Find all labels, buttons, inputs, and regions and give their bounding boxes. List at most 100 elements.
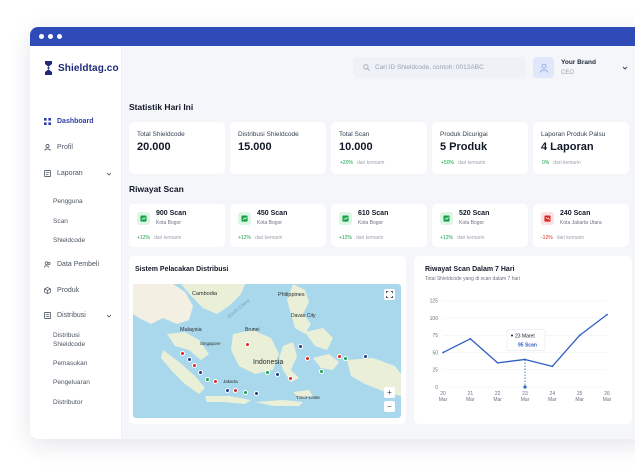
stat-label: Distribusi Shieldcode: [238, 131, 299, 138]
sidebar-item-label: Laporan: [57, 170, 83, 177]
report-icon: [44, 170, 51, 177]
zoom-in-button[interactable]: +: [384, 387, 395, 398]
scan-card[interactable]: 900 Scan Kota Bogor +12% dari kemarin: [129, 204, 225, 247]
scan-delta-suffix: dari kemarin: [254, 235, 283, 241]
sidebar-item-profil[interactable]: Profil: [44, 144, 118, 151]
sidebar-item-data-pembeli[interactable]: Data Pembeli: [44, 261, 118, 268]
map-marker[interactable]: [245, 342, 250, 347]
tooltip-value: 95 Scan: [518, 342, 537, 348]
sidebar-subitem-distributor[interactable]: Distributor: [53, 398, 113, 407]
map-marker[interactable]: [337, 354, 342, 359]
brand-logo[interactable]: Shieldtag.co: [44, 61, 119, 75]
map-land: [133, 284, 401, 406]
sidebar-subitem-pengeluaran[interactable]: Pengeluaran: [53, 378, 113, 387]
scan-card[interactable]: 520 Scan Kota Bogor +12% dari kemarin: [432, 204, 528, 247]
stat-label: Produk Dicurigai: [440, 131, 488, 138]
sidebar-subitem-pemasukan[interactable]: Pemasukan: [53, 359, 113, 368]
fullscreen-button[interactable]: [384, 289, 395, 300]
map-marker[interactable]: [205, 377, 210, 382]
map-marker[interactable]: [254, 391, 259, 396]
map-marker[interactable]: [180, 351, 185, 356]
scan-card[interactable]: 450 Scan Kota Bogor +12% dari kemarin: [230, 204, 326, 247]
scan-count: 450 Scan: [257, 210, 288, 217]
stat-card: Laporan Produk Palsu 4 Laporan 0% dari ke…: [533, 122, 629, 174]
map-marker[interactable]: [363, 354, 368, 359]
sidebar-item-dashboard[interactable]: Dashboard: [44, 118, 118, 125]
search-input[interactable]: Cari ID Shieldcode, contoh: 0012ABC: [353, 57, 526, 78]
map-marker[interactable]: [233, 388, 238, 393]
user-icon: [44, 144, 51, 151]
sidebar-subitem-shieldcode[interactable]: Shieldcode: [53, 236, 113, 245]
window-titlebar: [30, 27, 635, 46]
distribution-map[interactable]: Cambodia Philippines South China Malaysi…: [133, 284, 401, 418]
user-role: CEO: [561, 70, 575, 76]
trend-up-icon: [140, 215, 147, 222]
chevron-down-icon[interactable]: [622, 65, 628, 71]
scan-delta-suffix: dari kemarin: [153, 235, 182, 241]
map-marker[interactable]: [213, 379, 218, 384]
stat-value: 20.000: [137, 141, 171, 153]
grid-icon: [44, 118, 51, 125]
map-marker[interactable]: [319, 369, 324, 374]
window-dot-icon: [57, 34, 62, 39]
data-point: [442, 351, 444, 354]
scan-delta: +12% dari kemarin: [440, 235, 484, 241]
sidebar-subitem-scan[interactable]: Scan: [53, 217, 113, 226]
map-marker[interactable]: [343, 356, 348, 361]
map-label-jakarta: Jakarta: [223, 379, 238, 384]
scan-card[interactable]: 240 Scan Kota Jakarta Utara -12% dari kem…: [533, 204, 629, 247]
stat-label: Total Shieldcode: [137, 131, 185, 138]
stat-label: Total Scan: [339, 131, 370, 138]
map-marker[interactable]: [187, 357, 192, 362]
map-marker[interactable]: [198, 370, 203, 375]
scan-delta: +12% dari kemarin: [137, 235, 181, 241]
stat-delta-suffix: dari kemarin: [457, 160, 486, 166]
data-point: [496, 361, 499, 364]
distribution-icon: [44, 312, 51, 319]
x-tick-sublabel: Mar: [466, 397, 475, 403]
scan-city: Kota Bogor: [156, 220, 182, 226]
scan-card[interactable]: 610 Scan Kota Bogor +12% dari kemarin: [331, 204, 427, 247]
stat-value: 15.000: [238, 141, 272, 153]
sidebar-item-laporan[interactable]: Laporan: [44, 170, 118, 177]
map-marker[interactable]: [298, 344, 303, 349]
trend-up-badge: [137, 212, 150, 225]
scan-count: 520 Scan: [459, 210, 490, 217]
scan-city: Kota Bogor: [358, 220, 384, 226]
sidebar-subitem-pengguna[interactable]: Pengguna: [53, 197, 113, 206]
distribution-map-panel: Sistem Pelacakan Distribusi Cambodia Phi…: [129, 256, 406, 424]
map-label-indonesia: Indonesia: [253, 359, 284, 366]
scan-count: 610 Scan: [358, 210, 389, 217]
sidebar-subitem-distribusi-shieldcode[interactable]: Distribusi Shieldcode: [53, 331, 93, 349]
map-marker[interactable]: [288, 376, 293, 381]
map-label-brunei: Brunei: [245, 327, 260, 333]
stat-delta-suffix: dari kemarin: [553, 160, 581, 166]
scan-delta: -12% dari kemarin: [541, 235, 584, 241]
scan-history-title: Riwayat Scan: [129, 184, 184, 194]
sidebar-item-distribusi[interactable]: Distribusi: [44, 312, 118, 319]
x-tick-sublabel: Mar: [575, 397, 584, 403]
y-tick-label: 0: [435, 385, 438, 391]
scan-city: Kota Jakarta Utara: [560, 220, 602, 226]
sidebar-item-produk[interactable]: Produk: [44, 287, 118, 294]
map-marker[interactable]: [275, 372, 280, 377]
stat-card: Distribusi Shieldcode 15.000: [230, 122, 326, 174]
map-label-cambodia: Cambodia: [192, 291, 218, 297]
window-dot-icon: [48, 34, 53, 39]
avatar[interactable]: [533, 57, 554, 78]
chevron-down-icon: [106, 172, 112, 176]
stat-delta: 0% dari kemarin: [542, 160, 581, 166]
sidebar-item-label: Distribusi: [57, 312, 86, 319]
data-point: [551, 365, 554, 368]
y-tick-label: 125: [430, 299, 439, 305]
map-marker[interactable]: [225, 388, 230, 393]
sidebar-item-label: Dashboard: [57, 118, 94, 125]
map-marker[interactable]: [305, 356, 310, 361]
zoom-out-button[interactable]: −: [384, 401, 395, 412]
trend-up-badge: [339, 212, 352, 225]
shield-logo-icon: [45, 61, 52, 75]
map-marker[interactable]: [192, 363, 197, 368]
map-marker[interactable]: [265, 370, 270, 375]
y-tick-label: 100: [430, 316, 439, 322]
map-marker[interactable]: [243, 390, 248, 395]
